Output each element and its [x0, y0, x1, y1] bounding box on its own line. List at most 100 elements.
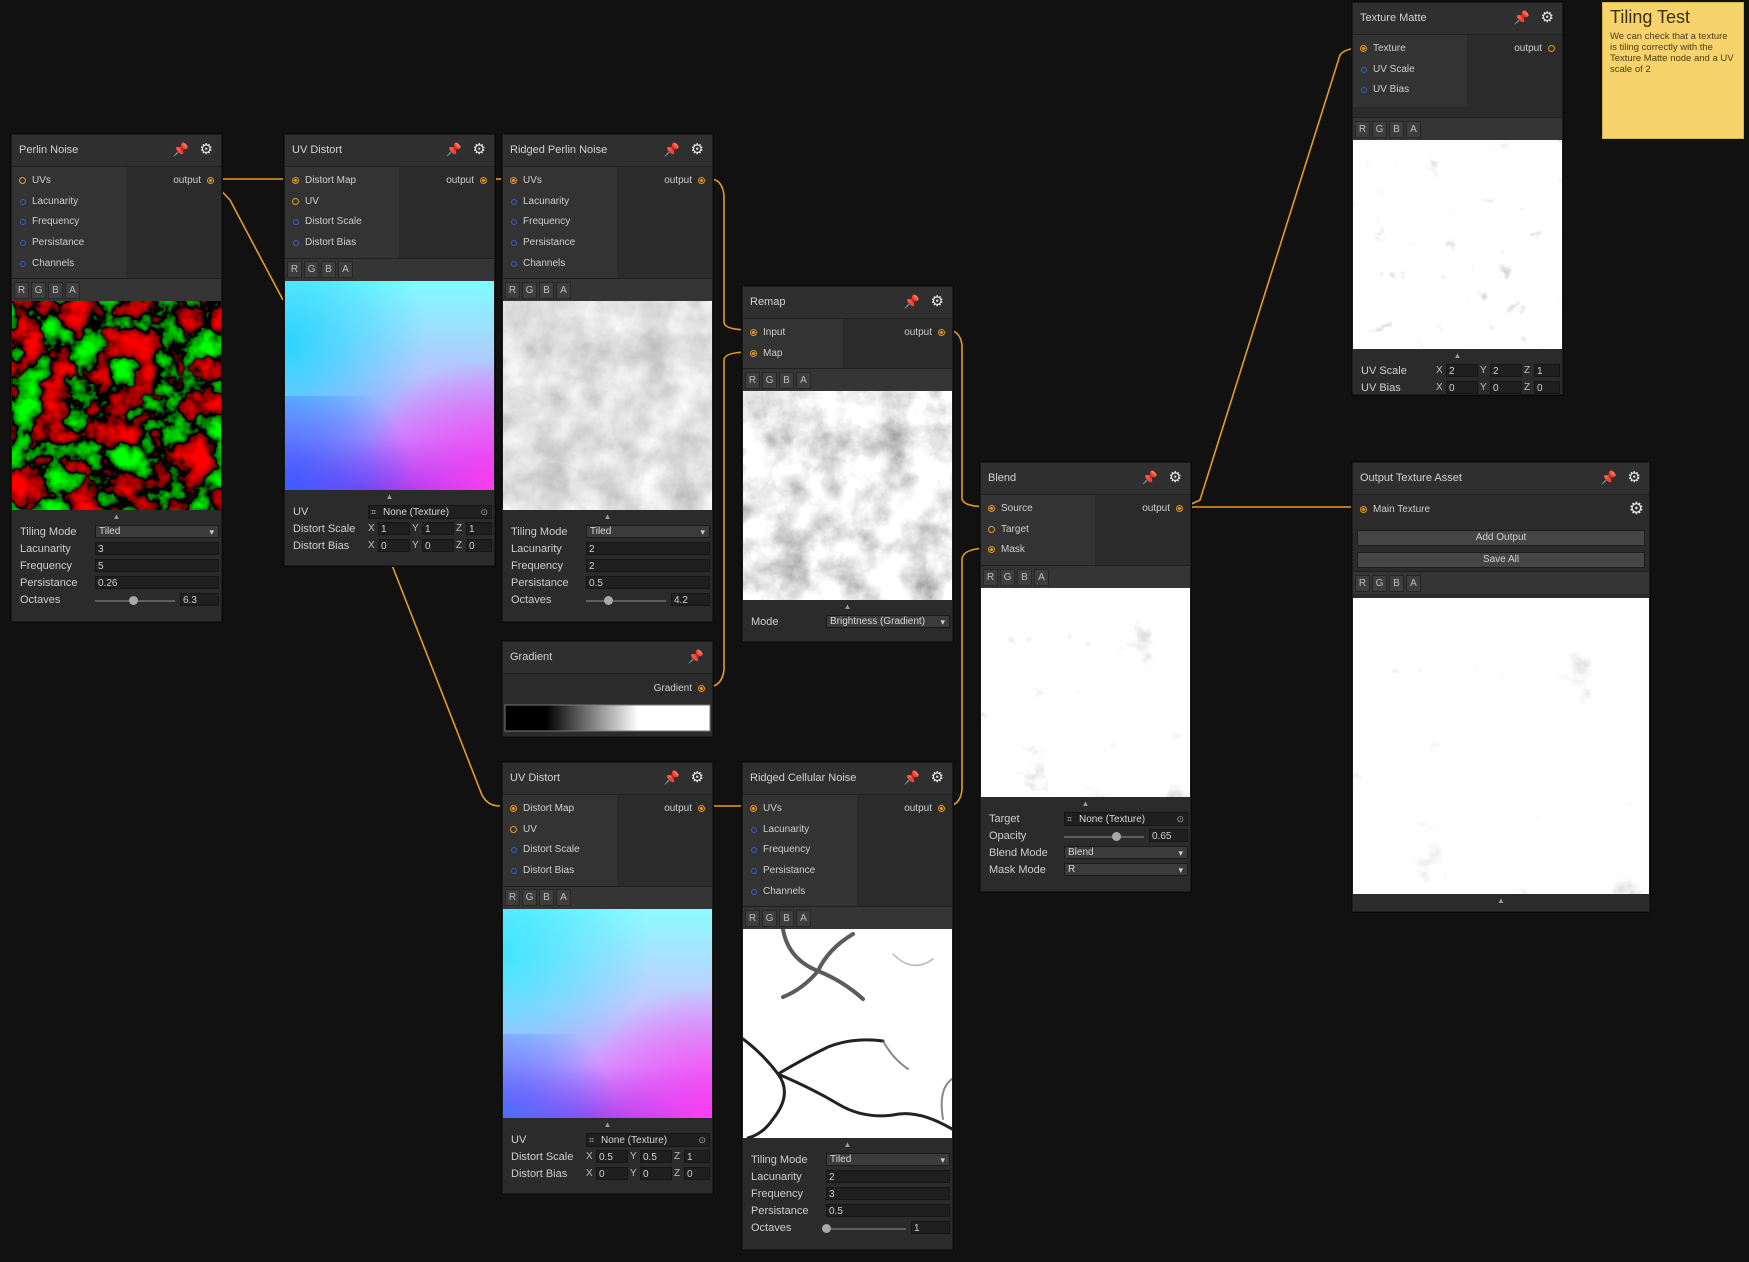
scale-z-field[interactable]: 1: [466, 521, 492, 535]
target-texture-field[interactable]: None (Texture): [1064, 812, 1188, 827]
channel-toggles[interactable]: RGBA: [503, 278, 712, 302]
input-port-distort-bias[interactable]: Distort Bias: [285, 233, 399, 254]
collapse-toggle[interactable]: ▲: [285, 489, 494, 504]
output-port[interactable]: output: [617, 171, 712, 192]
channel-a[interactable]: A: [338, 261, 353, 279]
node-ridged-cellular-noise[interactable]: Ridged Cellular Noise 📌 ⚙ UVs Lacunarity…: [742, 762, 953, 1250]
input-port-texture[interactable]: Texture: [1353, 39, 1467, 60]
sticky-note[interactable]: Tiling Test We can check that a texture …: [1602, 2, 1744, 139]
channel-a[interactable]: A: [1406, 120, 1421, 138]
pin-icon[interactable]: 📌: [904, 294, 920, 310]
input-port-mask[interactable]: Mask: [981, 540, 1095, 561]
bias-z-field[interactable]: 0: [684, 1166, 710, 1180]
node-header[interactable]: UV Distort 📌 ⚙: [503, 763, 712, 795]
input-port-distort-scale[interactable]: Distort Scale: [503, 840, 617, 861]
save-all-button[interactable]: Save All: [1357, 552, 1645, 568]
collapse-toggle[interactable]: ▲: [12, 510, 221, 525]
channel-r[interactable]: R: [983, 568, 998, 586]
blend-mode-dropdown[interactable]: Blend: [1064, 846, 1188, 860]
node-perlin-noise[interactable]: Perlin Noise 📌 ⚙ UVs Lacunarity Frequenc…: [11, 134, 222, 622]
input-port-uv-bias[interactable]: UV Bias: [1353, 80, 1467, 101]
octaves-field[interactable]: 1: [911, 1221, 950, 1235]
channel-g[interactable]: G: [762, 371, 777, 389]
input-port-input[interactable]: Input: [743, 323, 843, 344]
node-uv-distort-2[interactable]: UV Distort 📌 ⚙ Distort Map UV Distort Sc…: [502, 762, 713, 1194]
persistance-field[interactable]: 0.5: [826, 1204, 950, 1218]
gear-icon[interactable]: ⚙: [691, 140, 704, 158]
channel-a[interactable]: A: [556, 281, 571, 299]
lacunarity-field[interactable]: 2: [586, 542, 710, 556]
input-port-main-texture[interactable]: Main Texture: [1353, 500, 1503, 521]
persistance-field[interactable]: 0.5: [586, 576, 710, 590]
collapse-toggle[interactable]: ▲: [503, 510, 712, 525]
scale-x-field[interactable]: 2: [1446, 364, 1478, 377]
node-header[interactable]: UV Distort 📌 ⚙: [285, 135, 494, 167]
collapse-toggle[interactable]: ▲: [981, 797, 1190, 812]
tiling-mode-dropdown[interactable]: Tiled: [826, 1153, 950, 1167]
input-port-distort-map[interactable]: Distort Map: [503, 799, 617, 820]
scale-y-field[interactable]: 0.5: [640, 1149, 672, 1163]
channel-b[interactable]: B: [539, 889, 554, 907]
channel-toggles[interactable]: RGBA: [285, 257, 494, 281]
gear-icon[interactable]: ⚙: [691, 768, 704, 786]
node-texture-matte[interactable]: Texture Matte 📌 ⚙ Texture UV Scale UV Bi…: [1352, 2, 1563, 395]
channel-r[interactable]: R: [1355, 120, 1370, 138]
input-port-uv[interactable]: UV: [503, 820, 617, 841]
scale-y-field[interactable]: 2: [1490, 364, 1522, 377]
input-port-persistance[interactable]: Persistance: [12, 233, 126, 254]
input-port-distort-bias[interactable]: Distort Bias: [503, 861, 617, 882]
channel-b[interactable]: B: [779, 909, 794, 927]
input-port-uv-scale[interactable]: UV Scale: [1353, 60, 1467, 81]
scale-x-field[interactable]: 1: [378, 521, 410, 535]
output-port[interactable]: output: [126, 171, 221, 192]
input-port-distort-map[interactable]: Distort Map: [285, 171, 399, 192]
channel-a[interactable]: A: [65, 281, 80, 299]
input-port-uvs[interactable]: UVs: [503, 171, 617, 192]
node-remap[interactable]: Remap 📌 ⚙ Input Map output RGBA ▲ Mode Br…: [742, 286, 953, 642]
channel-g[interactable]: G: [304, 261, 319, 279]
octaves-slider-knob[interactable]: [822, 1224, 831, 1234]
channel-toggles[interactable]: RGBA: [743, 368, 952, 392]
bias-y-field[interactable]: 0: [1490, 381, 1522, 394]
node-header[interactable]: Perlin Noise 📌 ⚙: [12, 135, 221, 167]
collapse-toggle[interactable]: ▲: [1353, 349, 1562, 363]
node-blend[interactable]: Blend 📌 ⚙ Source Target Mask output RGBA…: [980, 462, 1191, 892]
input-port-uvs[interactable]: UVs: [12, 171, 126, 192]
octaves-slider[interactable]: [586, 600, 666, 603]
channel-b[interactable]: B: [1389, 574, 1404, 592]
lacunarity-field[interactable]: 2: [826, 1170, 950, 1184]
pin-icon[interactable]: 📌: [446, 142, 462, 158]
channel-a[interactable]: A: [796, 909, 811, 927]
collapse-toggle[interactable]: ▲: [743, 1138, 952, 1153]
gear-icon[interactable]: ⚙: [931, 768, 944, 786]
channel-g[interactable]: G: [1372, 120, 1387, 138]
channel-b[interactable]: B: [48, 281, 63, 299]
input-port-source[interactable]: Source: [981, 499, 1095, 520]
bias-x-field[interactable]: 0: [596, 1166, 628, 1180]
input-port-lacunarity[interactable]: Lacunarity: [503, 192, 617, 213]
gear-icon[interactable]: ⚙: [200, 140, 213, 158]
input-port-lacunarity[interactable]: Lacunarity: [12, 192, 126, 213]
persistance-field[interactable]: 0.26: [95, 576, 219, 590]
input-port-frequency[interactable]: Frequency: [503, 212, 617, 233]
node-header[interactable]: Ridged Cellular Noise 📌 ⚙: [743, 763, 952, 795]
channel-r[interactable]: R: [1355, 574, 1370, 592]
input-port-channels[interactable]: Channels: [12, 254, 126, 275]
collapse-toggle[interactable]: ▲: [503, 1117, 712, 1132]
frequency-field[interactable]: 3: [826, 1187, 950, 1201]
channel-a[interactable]: A: [1406, 574, 1421, 592]
channel-toggles[interactable]: RGBA: [503, 885, 712, 909]
node-header[interactable]: Output Texture Asset 📌 ⚙: [1353, 463, 1649, 495]
channel-b[interactable]: B: [321, 261, 336, 279]
pin-icon[interactable]: 📌: [664, 770, 680, 786]
uv-texture-field[interactable]: None (Texture): [368, 504, 492, 519]
bias-x-field[interactable]: 0: [1446, 381, 1478, 394]
node-ridged-perlin-noise[interactable]: Ridged Perlin Noise 📌 ⚙ UVs Lacunarity F…: [502, 134, 713, 622]
channel-toggles[interactable]: RGBA: [1353, 571, 1649, 594]
scale-z-field[interactable]: 1: [684, 1149, 710, 1163]
opacity-slider-knob[interactable]: [1112, 832, 1121, 842]
output-port[interactable]: output: [617, 799, 712, 820]
input-port-target[interactable]: Target: [981, 520, 1095, 541]
mode-dropdown[interactable]: Brightness (Gradient): [826, 615, 950, 629]
channel-b[interactable]: B: [1017, 568, 1032, 586]
